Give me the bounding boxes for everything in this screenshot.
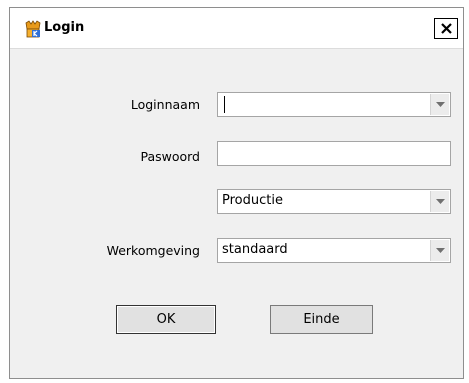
loginnaam-dropdown-button[interactable]	[430, 94, 449, 115]
environment-select[interactable]: Productie	[217, 189, 451, 214]
environment-value: Productie	[222, 193, 283, 208]
chevron-down-icon	[436, 199, 445, 204]
window-title: Login	[44, 20, 85, 35]
close-icon	[441, 23, 452, 34]
app-logo-icon	[24, 20, 42, 38]
text-cursor	[224, 96, 225, 113]
werkomgeving-label: Werkomgeving	[106, 243, 200, 258]
werkomgeving-value: standaard	[222, 242, 288, 257]
chevron-down-icon	[436, 102, 445, 107]
paswoord-label: Paswoord	[140, 149, 200, 164]
werkomgeving-select[interactable]: standaard	[217, 238, 451, 263]
ok-button[interactable]: OK	[116, 305, 216, 334]
title-bar: Login	[10, 8, 463, 49]
environment-dropdown-button[interactable]	[430, 191, 449, 212]
loginnaam-combobox[interactable]	[217, 92, 451, 117]
werkomgeving-dropdown-button[interactable]	[430, 240, 449, 261]
einde-button[interactable]: Einde	[270, 305, 373, 334]
chevron-down-icon	[436, 248, 445, 253]
login-dialog: Login Loginnaam Paswoord Productie Werko…	[9, 7, 464, 379]
paswoord-input[interactable]	[217, 141, 451, 166]
close-button[interactable]	[434, 18, 458, 39]
loginnaam-label: Loginnaam	[130, 97, 200, 112]
